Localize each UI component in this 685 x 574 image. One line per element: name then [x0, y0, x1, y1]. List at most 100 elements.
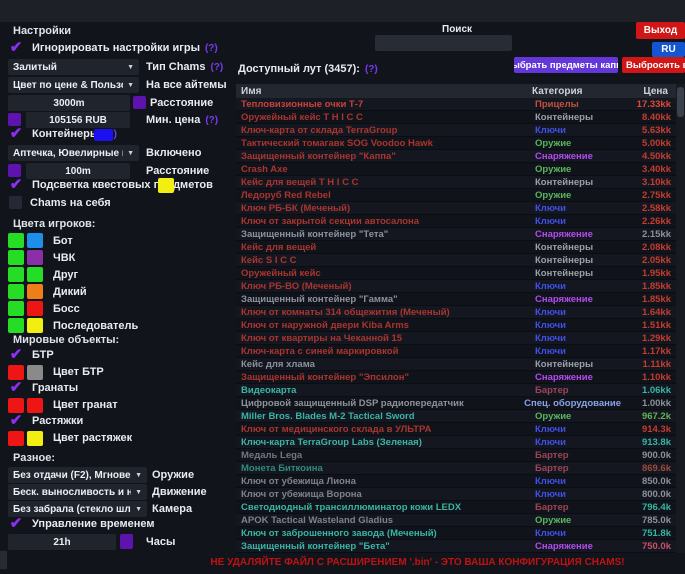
- player-color-swatch-type[interactable]: [27, 233, 43, 248]
- scrollbar-track[interactable]: [676, 84, 685, 553]
- ignore-settings-row[interactable]: ✔ Игнорировать настройки игры (?): [8, 41, 218, 55]
- table-row[interactable]: Оружейный кейсКонтейнеры1.95kk: [236, 267, 676, 280]
- column-header-category[interactable]: Категория: [532, 86, 618, 97]
- player-color-swatch-visible[interactable]: [8, 318, 24, 333]
- checkbox-checked-icon[interactable]: ✔: [8, 348, 24, 362]
- world-object-toggle-row[interactable]: ✔Растяжки: [8, 414, 83, 428]
- world-object-toggle-row[interactable]: ✔БТР: [8, 348, 54, 362]
- language-button[interactable]: RU: [652, 42, 685, 57]
- table-row[interactable]: Кейс для вещейКонтейнеры2.08kk: [236, 241, 676, 254]
- help-icon[interactable]: (?): [205, 43, 218, 54]
- table-row[interactable]: Ключ от комнаты 314 общежития (Меченый)К…: [236, 306, 676, 319]
- weapon-dropdown[interactable]: Без отдачи (F2), Мгновенное п ▼: [8, 467, 147, 483]
- player-color-swatch-type[interactable]: [27, 318, 43, 333]
- world-object-color-row[interactable]: Цвет гранат: [8, 398, 118, 413]
- help-icon[interactable]: (?): [205, 115, 218, 126]
- world-color-swatch-2[interactable]: [27, 365, 43, 380]
- world-object-color-row[interactable]: Цвет БТР: [8, 365, 104, 380]
- help-icon[interactable]: (?): [365, 64, 378, 75]
- table-row[interactable]: Ключ-карта TerraGroup Labs (Зеленая)Ключ…: [236, 436, 676, 449]
- table-row[interactable]: Crash AxeОружие3.40kk: [236, 163, 676, 176]
- table-row[interactable]: Тактический томагавк SOG Voodoo HawkОруж…: [236, 137, 676, 150]
- player-color-swatch-visible[interactable]: [8, 233, 24, 248]
- scrollbar-thumb[interactable]: [677, 87, 684, 117]
- quest-items-color-swatch[interactable]: [158, 178, 174, 193]
- player-color-swatch-visible[interactable]: [8, 301, 24, 316]
- distance-input[interactable]: 3000m: [8, 95, 130, 111]
- checkbox-checked-icon[interactable]: ✔: [8, 178, 24, 192]
- min-price-input[interactable]: 105156 RUB: [26, 112, 130, 128]
- table-row[interactable]: Медаль LegaБартер900.0k: [236, 449, 676, 462]
- world-object-toggle-row[interactable]: ✔Гранаты: [8, 381, 78, 395]
- included-dropdown[interactable]: Аптечка, Ювелирные и... ▼: [8, 145, 139, 161]
- containers-color-swatch[interactable]: [94, 129, 113, 141]
- all-items-dropdown[interactable]: Цвет по цене & Пользователь ▼: [8, 77, 139, 93]
- world-color-swatch-1[interactable]: [8, 365, 24, 380]
- table-row[interactable]: Ключ РБ-БК (Меченый)Ключи2.58kk: [236, 202, 676, 215]
- table-row[interactable]: Защищенный контейнер "Тета"Снаряжение2.1…: [236, 228, 676, 241]
- table-row[interactable]: Ключ от заброшенного завода (Меченый)Клю…: [236, 527, 676, 540]
- checkbox-unchecked-icon[interactable]: [9, 196, 22, 209]
- table-row[interactable]: Ключ от квартиры на Чеканной 15Ключи1.29…: [236, 332, 676, 345]
- player-color-swatch-type[interactable]: [27, 284, 43, 299]
- table-row[interactable]: Ключ от медицинского склада в УЛЬТРАКлюч…: [236, 423, 676, 436]
- hours-input[interactable]: 21h: [8, 534, 116, 550]
- table-row[interactable]: Кейс для вещей T H I C CКонтейнеры3.10kk: [236, 176, 676, 189]
- exit-button[interactable]: Выход: [636, 22, 685, 39]
- world-color-swatch-2[interactable]: [27, 398, 43, 413]
- table-row[interactable]: Кейс S I C CКонтейнеры2.05kk: [236, 254, 676, 267]
- player-color-swatch-visible[interactable]: [8, 250, 24, 265]
- quest-items-row[interactable]: ✔ Подсветка квестовых предметов: [8, 178, 213, 192]
- table-row[interactable]: Ключ от убежища ЛионаКлючи850.0k: [236, 475, 676, 488]
- drop-all-button[interactable]: Выбросить все: [622, 57, 685, 73]
- table-row[interactable]: Защищенный контейнер "Бета"Снаряжение750…: [236, 540, 676, 553]
- player-color-swatch-type[interactable]: [27, 301, 43, 316]
- checkbox-checked-icon[interactable]: ✔: [8, 414, 24, 428]
- camera-dropdown[interactable]: Без забрала (стекло шлема) ▼: [8, 501, 147, 517]
- player-color-swatch-type[interactable]: [27, 250, 43, 265]
- checkbox-checked-icon[interactable]: ✔: [8, 127, 24, 141]
- table-row[interactable]: Ключ-карта от склада TerraGroupКлючи5.63…: [236, 124, 676, 137]
- table-row[interactable]: Защищенный контейнер "Эпсилон"Снаряжение…: [236, 371, 676, 384]
- time-control-row[interactable]: ✔ Управление временем: [8, 517, 155, 531]
- table-row[interactable]: Монета БиткоинаБартер869.6k: [236, 462, 676, 475]
- table-row[interactable]: Ледоруб Red RebelОружие2.75kk: [236, 189, 676, 202]
- table-row[interactable]: Ключ-карта с синей маркировкойКлючи1.17k…: [236, 345, 676, 358]
- player-color-swatch-visible[interactable]: [8, 284, 24, 299]
- column-header-price[interactable]: Цена: [618, 86, 676, 97]
- column-header-name[interactable]: Имя: [236, 86, 532, 97]
- table-row[interactable]: APOK Tactical Wasteland GladiusОружие785…: [236, 514, 676, 527]
- chams-self-row[interactable]: Chams на себя: [9, 196, 111, 209]
- table-row[interactable]: Ключ от убежища ВоронаКлючи800.0k: [236, 488, 676, 501]
- player-color-label: Бот: [53, 235, 73, 247]
- table-row[interactable]: Ключ РБ-ВО (Меченый)Ключи1.85kk: [236, 280, 676, 293]
- player-color-swatch-visible[interactable]: [8, 267, 24, 282]
- table-row[interactable]: Кейс для хламаКонтейнеры1.11kk: [236, 358, 676, 371]
- table-row[interactable]: ВидеокартаБартер1.06kk: [236, 384, 676, 397]
- checkbox-checked-icon[interactable]: ✔: [8, 381, 24, 395]
- chams-type-dropdown[interactable]: Залитый ▼: [8, 59, 139, 75]
- table-row[interactable]: Светодиодный трансиллюминатор кожи LEDXБ…: [236, 501, 676, 514]
- table-row[interactable]: Защищенный контейнер "Гамма"Снаряжение1.…: [236, 293, 676, 306]
- distance-color-swatch[interactable]: [133, 96, 146, 109]
- hours-color-swatch[interactable]: [120, 534, 133, 549]
- table-row[interactable]: Ключ от закрытой секции автосалонаКлючи2…: [236, 215, 676, 228]
- select-kappa-button[interactable]: Выбрать предметы каппа: [514, 57, 618, 73]
- world-color-swatch-2[interactable]: [27, 431, 43, 446]
- world-color-swatch-1[interactable]: [8, 431, 24, 446]
- help-icon[interactable]: (?): [210, 62, 223, 73]
- table-row[interactable]: Тепловизионные очки Т-7Прицелы17.33kk: [236, 98, 676, 111]
- table-row[interactable]: Защищенный контейнер "Каппа"Снаряжение4.…: [236, 150, 676, 163]
- checkbox-checked-icon[interactable]: ✔: [8, 41, 24, 55]
- world-object-color-row[interactable]: Цвет растяжек: [8, 431, 132, 446]
- checkbox-checked-icon[interactable]: ✔: [8, 517, 24, 531]
- world-color-swatch-1[interactable]: [8, 398, 24, 413]
- table-row[interactable]: Ключ от наружной двери Kiba ArmsКлючи1.5…: [236, 319, 676, 332]
- player-color-swatch-type[interactable]: [27, 267, 43, 282]
- movement-dropdown[interactable]: Беск. выносливость и нет уста ▼: [8, 484, 147, 500]
- loot-distance-input[interactable]: 100m: [26, 163, 130, 179]
- table-row[interactable]: Miller Bros. Blades M-2 Tactical SwordОр…: [236, 410, 676, 423]
- table-row[interactable]: Оружейный кейс T H I C CКонтейнеры8.40kk: [236, 111, 676, 124]
- table-row[interactable]: Цифровой защищенный DSP радиопередатчикС…: [236, 397, 676, 410]
- search-input[interactable]: [375, 35, 512, 51]
